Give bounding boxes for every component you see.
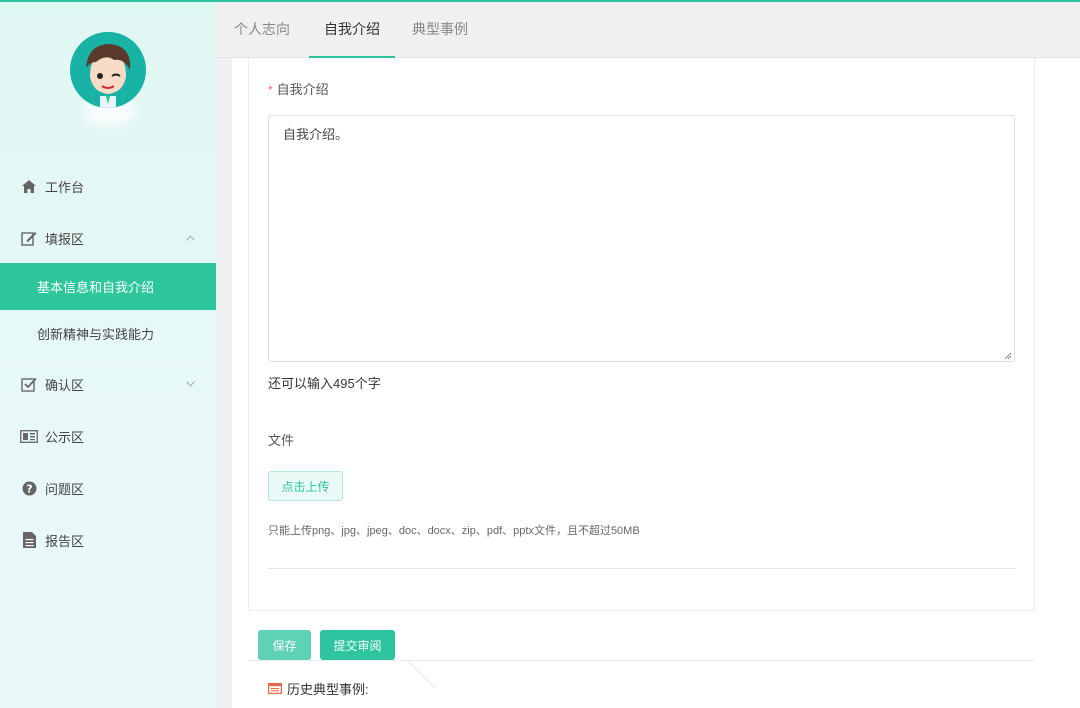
self-intro-textarea[interactable]: 自我介绍。: [268, 115, 1015, 362]
sidebar-item-label: 工作台: [45, 179, 85, 195]
resize-handle-icon[interactable]: [1002, 350, 1012, 360]
sidebar-item-workbench[interactable]: 工作台: [0, 163, 216, 209]
calendar-icon: [268, 683, 282, 694]
tab-bar: 个人志向 自我介绍 典型事例: [216, 2, 1080, 58]
sidebar-item-label: 创新精神与实践能力: [37, 327, 155, 342]
svg-text:?: ?: [26, 482, 32, 495]
top-accent-line: [0, 0, 1080, 2]
avatar-illustration: [70, 32, 146, 108]
home-icon: [20, 177, 38, 195]
tab-typical-cases[interactable]: 典型事例: [412, 2, 468, 58]
submit-review-button[interactable]: 提交审阅: [320, 630, 395, 660]
avatar[interactable]: [70, 32, 146, 108]
sidebar-item-fill-area[interactable]: 填报区: [0, 215, 216, 261]
content-gutter: [216, 58, 232, 708]
newspaper-icon: [20, 427, 38, 445]
sidebar-item-label: 公示区: [45, 429, 85, 445]
history-title-text: 历史典型事例:: [287, 682, 369, 697]
history-tab-edge: [395, 660, 435, 688]
upload-hint: 只能上传png、jpg、jpeg、doc、docx、zip、pdf、pptx文件…: [268, 525, 640, 537]
sidebar-item-label: 确认区: [45, 377, 85, 393]
sidebar-subitem-innovation[interactable]: 创新精神与实践能力: [0, 310, 216, 357]
document-icon: [20, 531, 38, 549]
sidebar-item-report-area[interactable]: 报告区: [0, 517, 216, 563]
tab-self-introduction[interactable]: 自我介绍: [309, 2, 395, 58]
edit-icon: [20, 229, 38, 247]
required-mark: *: [268, 83, 273, 97]
tab-personal-aspiration[interactable]: 个人志向: [234, 2, 290, 58]
sidebar-item-label: 填报区: [45, 231, 85, 247]
intro-label-text: 自我介绍: [276, 82, 329, 97]
question-circle-icon: ?: [20, 479, 38, 497]
upload-button[interactable]: 点击上传: [268, 471, 343, 501]
remaining-chars-text: 还可以输入495个字: [268, 376, 381, 391]
sidebar-item-label: 基本信息和自我介绍: [37, 280, 155, 295]
sidebar-item-label: 报告区: [45, 533, 85, 549]
sidebar-item-confirm-area[interactable]: 确认区: [0, 361, 216, 407]
file-field-label: 文件: [268, 433, 295, 448]
sidebar-item-publicity-area[interactable]: 公示区: [0, 413, 216, 459]
intro-field-label: * 自我介绍: [268, 79, 329, 98]
form-divider: [268, 568, 1015, 569]
save-button[interactable]: 保存: [258, 630, 311, 660]
history-title: 历史典型事例:: [268, 679, 369, 698]
self-intro-value: 自我介绍。: [283, 127, 349, 142]
sidebar-item-label: 问题区: [45, 481, 85, 497]
sidebar: 工作台 填报区 基本信息和自我介绍 创新精神与实践能力 确认区 公示区 ? 问题…: [0, 0, 216, 708]
chevron-down-icon: [186, 378, 195, 390]
check-square-icon: [20, 375, 38, 393]
chevron-up-icon: [186, 232, 195, 244]
sidebar-subitem-basic-info[interactable]: 基本信息和自我介绍: [0, 263, 216, 310]
sidebar-item-question-area[interactable]: ? 问题区: [0, 465, 216, 511]
